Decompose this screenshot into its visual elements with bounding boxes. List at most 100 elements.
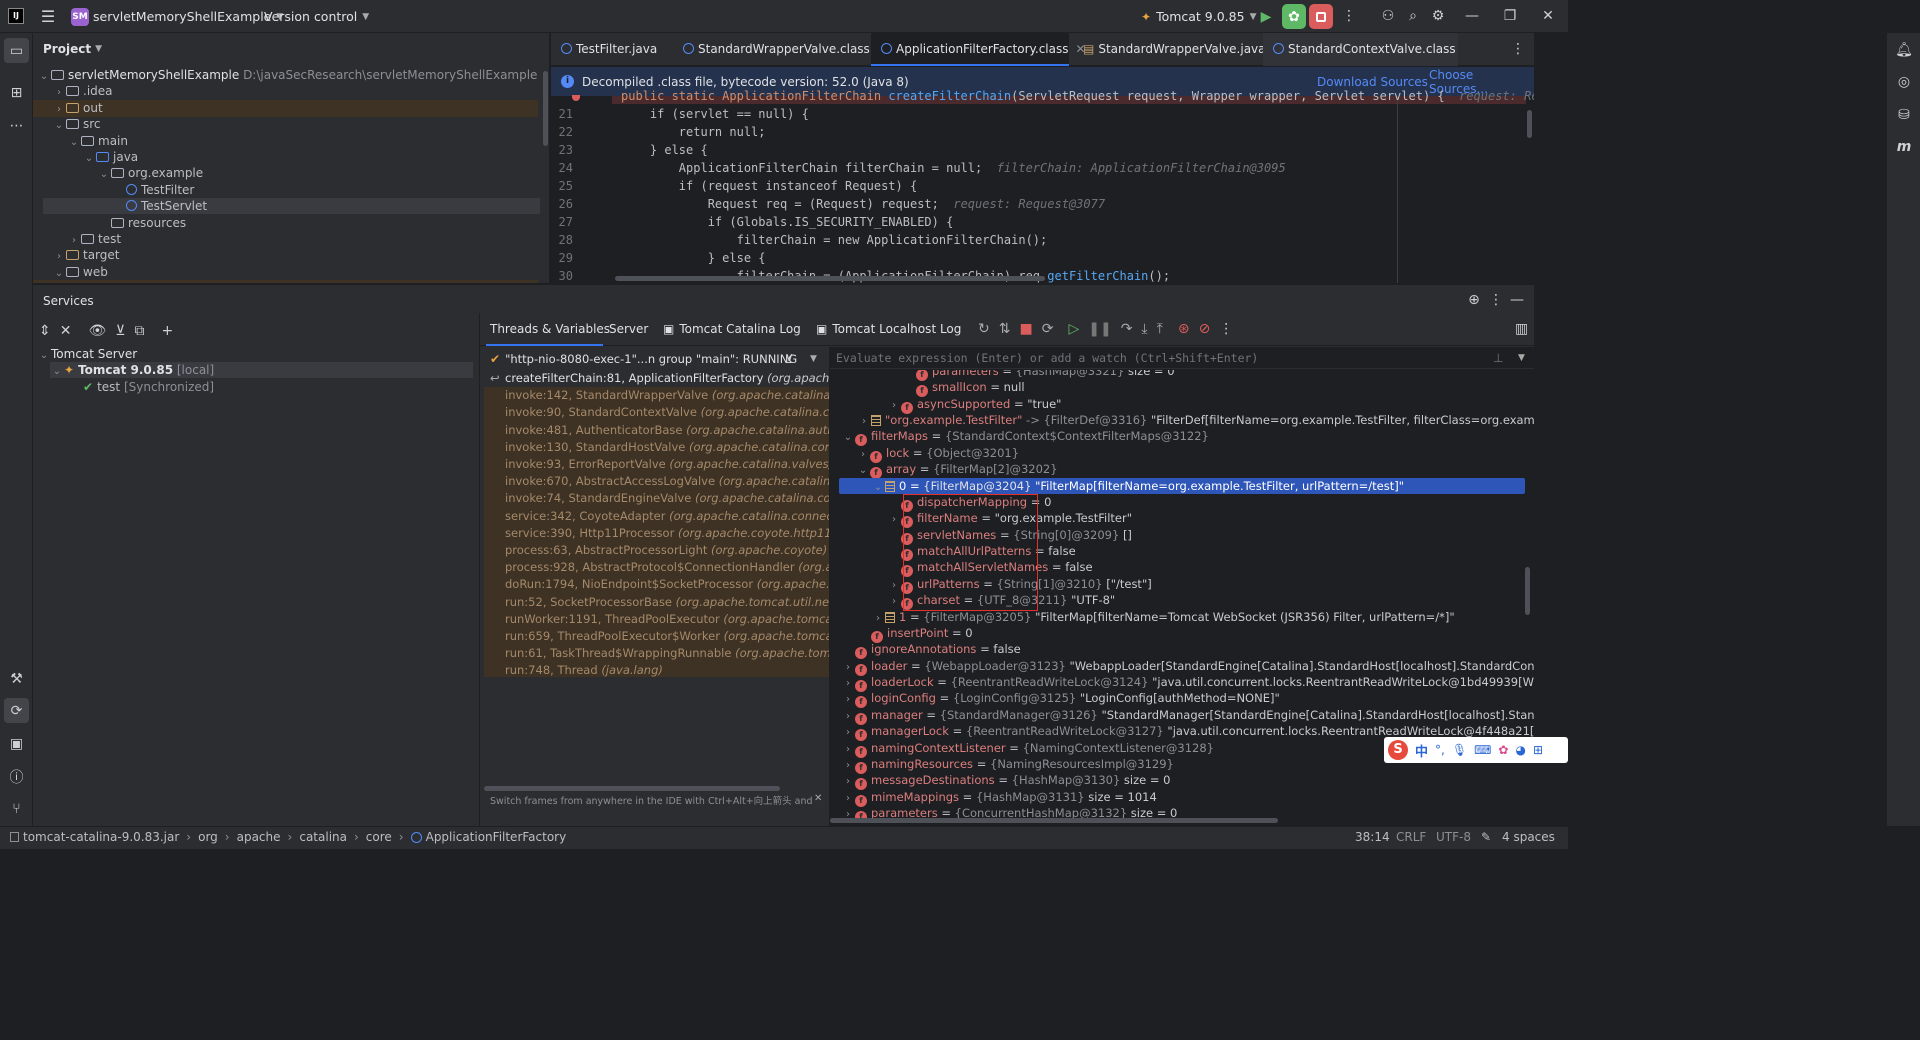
services-settings-icon[interactable]: ⊕ (1466, 292, 1482, 308)
add-user-icon[interactable]: ⚇ (1378, 6, 1398, 26)
resume-program-icon[interactable]: ▷ (1068, 321, 1079, 337)
variable-row[interactable]: f insertPoint = 0 (857, 625, 973, 643)
frame-item[interactable]: run:52, SocketProcessorBase (org.apache.… (484, 594, 829, 611)
view-options-icon[interactable]: 👁︎ (88, 323, 106, 339)
run-config-selector[interactable]: ✦ Tomcat 9.0.85 ▼ (1141, 9, 1257, 24)
tree-item-root[interactable]: ⌄ servletMemoryShellExample D:\javaSecRes… (37, 67, 538, 83)
database-icon[interactable]: ⛁ (1892, 104, 1916, 126)
variable-row[interactable]: › f asyncSupported = "true" (887, 396, 1061, 414)
breadcrumb-item[interactable]: core (366, 830, 392, 844)
add-service-icon[interactable]: + (162, 323, 174, 339)
code-view[interactable]: public static ApplicationFilterChain cre… (551, 89, 1534, 283)
collapse-all-icon[interactable]: ✕ (60, 323, 72, 339)
frame-item[interactable]: invoke:74, StandardEngineValve (org.apac… (484, 490, 829, 507)
chevron-down-icon[interactable]: ⌄ (841, 430, 855, 446)
variable-row[interactable]: ⌄ f array = {FilterMap[2]@3202} (856, 461, 1058, 480)
mute-breakpoints-icon[interactable]: ⊘ (1199, 321, 1211, 337)
close-window-icon[interactable]: ✕ (1536, 6, 1560, 26)
thread-selector[interactable]: ✔ "http-nio-8080-exec-1"...n group "main… (484, 349, 829, 369)
services-tool-icon[interactable]: ⟳ (4, 698, 29, 723)
breadcrumb-item[interactable]: ApplicationFilterFactory (426, 830, 567, 844)
indent-setting[interactable]: 4 spaces (1502, 830, 1555, 844)
chevron-down-icon[interactable]: ⌄ (871, 480, 885, 496)
tab-options-icon[interactable]: ⋮ (1509, 40, 1527, 58)
maven-icon[interactable]: m (1892, 136, 1916, 158)
vcs-widget[interactable]: Version control ▼ (264, 9, 369, 24)
variable-row[interactable]: › f loaderLock = {ReentrantReadWriteLock@3… (841, 674, 1534, 693)
frame-item[interactable]: run:61, TaskThread$WrappingRunnable (org… (484, 645, 829, 662)
chevron-down-icon[interactable]: ▼ (1518, 353, 1525, 363)
variable-row[interactable]: f ignoreAnnotations = false (841, 641, 1021, 660)
variable-row[interactable]: › f lock = {Object@3201} (856, 445, 1019, 463)
project-tool-icon[interactable]: ▭ (4, 38, 29, 63)
tree-item-org-example[interactable]: ⌄ org.example (97, 165, 203, 181)
tab-testfilter-java[interactable]: TestFilter.java (551, 33, 670, 66)
watch-input[interactable]: Evaluate expression (Enter) or add a wat… (830, 347, 1534, 369)
variable-row[interactable]: ⌄ 0 = {FilterMap@3204} "FilterMap[filterN… (871, 478, 1404, 494)
tab-threads-variables[interactable]: Threads & Variables (490, 322, 610, 336)
frame-item[interactable]: process:928, AbstractProtocol$Connection… (484, 559, 829, 576)
variables-vscrollbar[interactable] (1525, 567, 1530, 615)
more-tools-icon[interactable]: ⋯ (4, 113, 29, 138)
new-tab-icon[interactable]: ⧉ (135, 323, 145, 339)
rerun-icon[interactable]: ↻ (978, 321, 990, 337)
variable-row[interactable]: f parameters = {HashMap@3321} size = 0 (902, 370, 1175, 381)
tree-item-out[interactable]: › out (52, 100, 103, 116)
step-out-icon[interactable]: ⤒ (1157, 321, 1163, 337)
tab-localhost-log[interactable]: ▣ Tomcat Localhost Log (816, 322, 961, 336)
problems-tool-icon[interactable]: ⓘ (4, 764, 29, 789)
breadcrumb-item[interactable]: tomcat-catalina-9.0.83.jar (23, 830, 179, 844)
tree-item-tomcat-server[interactable]: ⌄ Tomcat Server (37, 346, 137, 362)
git-tool-icon[interactable]: ⑂ (4, 796, 29, 821)
frame-item[interactable]: service:342, CoyoteAdapter (org.apache.c… (484, 508, 829, 525)
frame-item[interactable]: invoke:481, AuthenticatorBase (org.apach… (484, 422, 829, 439)
tab-catalina-log[interactable]: ▣ Tomcat Catalina Log (663, 322, 801, 336)
frame-item[interactable]: invoke:90, StandardContextValve (org.apa… (484, 404, 829, 421)
frame-item[interactable]: process:63, AbstractProcessorLight (org.… (484, 542, 829, 559)
tree-item-resources[interactable]: resources (97, 215, 186, 231)
expand-all-icon[interactable]: ⇕ (39, 323, 51, 339)
filter-icon[interactable]: ⊻ (115, 323, 125, 339)
more-actions-icon[interactable]: ⋮ (1340, 6, 1358, 26)
view-breakpoints-icon[interactable]: ⊛ (1178, 321, 1190, 337)
tab-standardcontextvalve-class[interactable]: StandardContextValve.class (1263, 33, 1458, 66)
tree-item-idea[interactable]: › .idea (52, 83, 113, 99)
more-debug-icon[interactable]: ⋮ (1219, 321, 1233, 337)
frame-item[interactable]: runWorker:1191, ThreadPoolExecutor (org.… (484, 611, 829, 628)
variable-row[interactable]: › f loader = {WebappLoader@3123} "WebappLo… (841, 658, 1534, 676)
variable-row[interactable]: f smallIcon = null (902, 379, 1025, 398)
stop-icon[interactable]: ■ (1019, 321, 1032, 337)
stop-icon[interactable] (1309, 4, 1333, 29)
filter-icon[interactable]: ⊻ (785, 352, 794, 366)
debug-icon[interactable]: ✿ (1282, 4, 1306, 29)
file-encoding[interactable]: UTF-8 (1436, 830, 1471, 844)
variable-row[interactable]: › f mimeMappings = {HashMap@3131} size = 1… (841, 789, 1157, 807)
tree-item-src[interactable]: ⌄ src (52, 116, 101, 132)
variable-row[interactable]: › "org.example.TestFilter" -> {FilterDef@… (857, 412, 1534, 428)
project-panel-header[interactable]: Project ▼ (43, 42, 102, 56)
tree-item-main[interactable]: ⌄ main (67, 133, 128, 149)
tree-item-testservlet[interactable]: TestServlet (126, 198, 207, 214)
frame-item[interactable]: doRun:1794, NioEndpoint$SocketProcessor … (484, 576, 829, 593)
hide-panel-icon[interactable]: — (1509, 292, 1525, 308)
add-watch-icon[interactable]: ⊥ (1493, 351, 1503, 365)
variable-row[interactable]: › f loginConfig = {LoginConfig@3125} "Logi… (841, 690, 1280, 709)
minimize-icon[interactable]: — (1460, 6, 1484, 26)
frames-hscrollbar[interactable] (484, 786, 780, 791)
readonly-icon[interactable]: ✎ (1481, 830, 1491, 844)
editor-vscrollbar[interactable] (1527, 110, 1532, 138)
frame-item[interactable]: invoke:142, StandardWrapperValve (org.ap… (484, 387, 829, 404)
breadcrumb-item[interactable]: catalina (299, 830, 347, 844)
variables-hscrollbar[interactable] (830, 818, 1278, 823)
pause-icon[interactable]: ❚❚ (1088, 321, 1111, 337)
frame-item[interactable]: invoke:130, StandardHostValve (org.apach… (484, 439, 829, 456)
variable-row[interactable]: › f messageDestinations = {HashMap@3130} s… (841, 772, 1171, 791)
update-icon[interactable]: ⇅ (999, 321, 1011, 337)
tab-standardwrappervalve-class[interactable]: StandardWrapperValve.class (673, 33, 870, 66)
terminal-tool-icon[interactable]: ▣ (4, 731, 29, 756)
tree-item-web[interactable]: ⌄ web (52, 264, 108, 280)
chevron-down-icon[interactable]: ▼ (810, 354, 817, 364)
project-scrollbar[interactable] (543, 71, 548, 146)
frame-item[interactable]: run:748, Thread (java.lang) (484, 662, 829, 677)
frame-item[interactable]: service:390, Http11Processor (org.apache… (484, 525, 829, 542)
